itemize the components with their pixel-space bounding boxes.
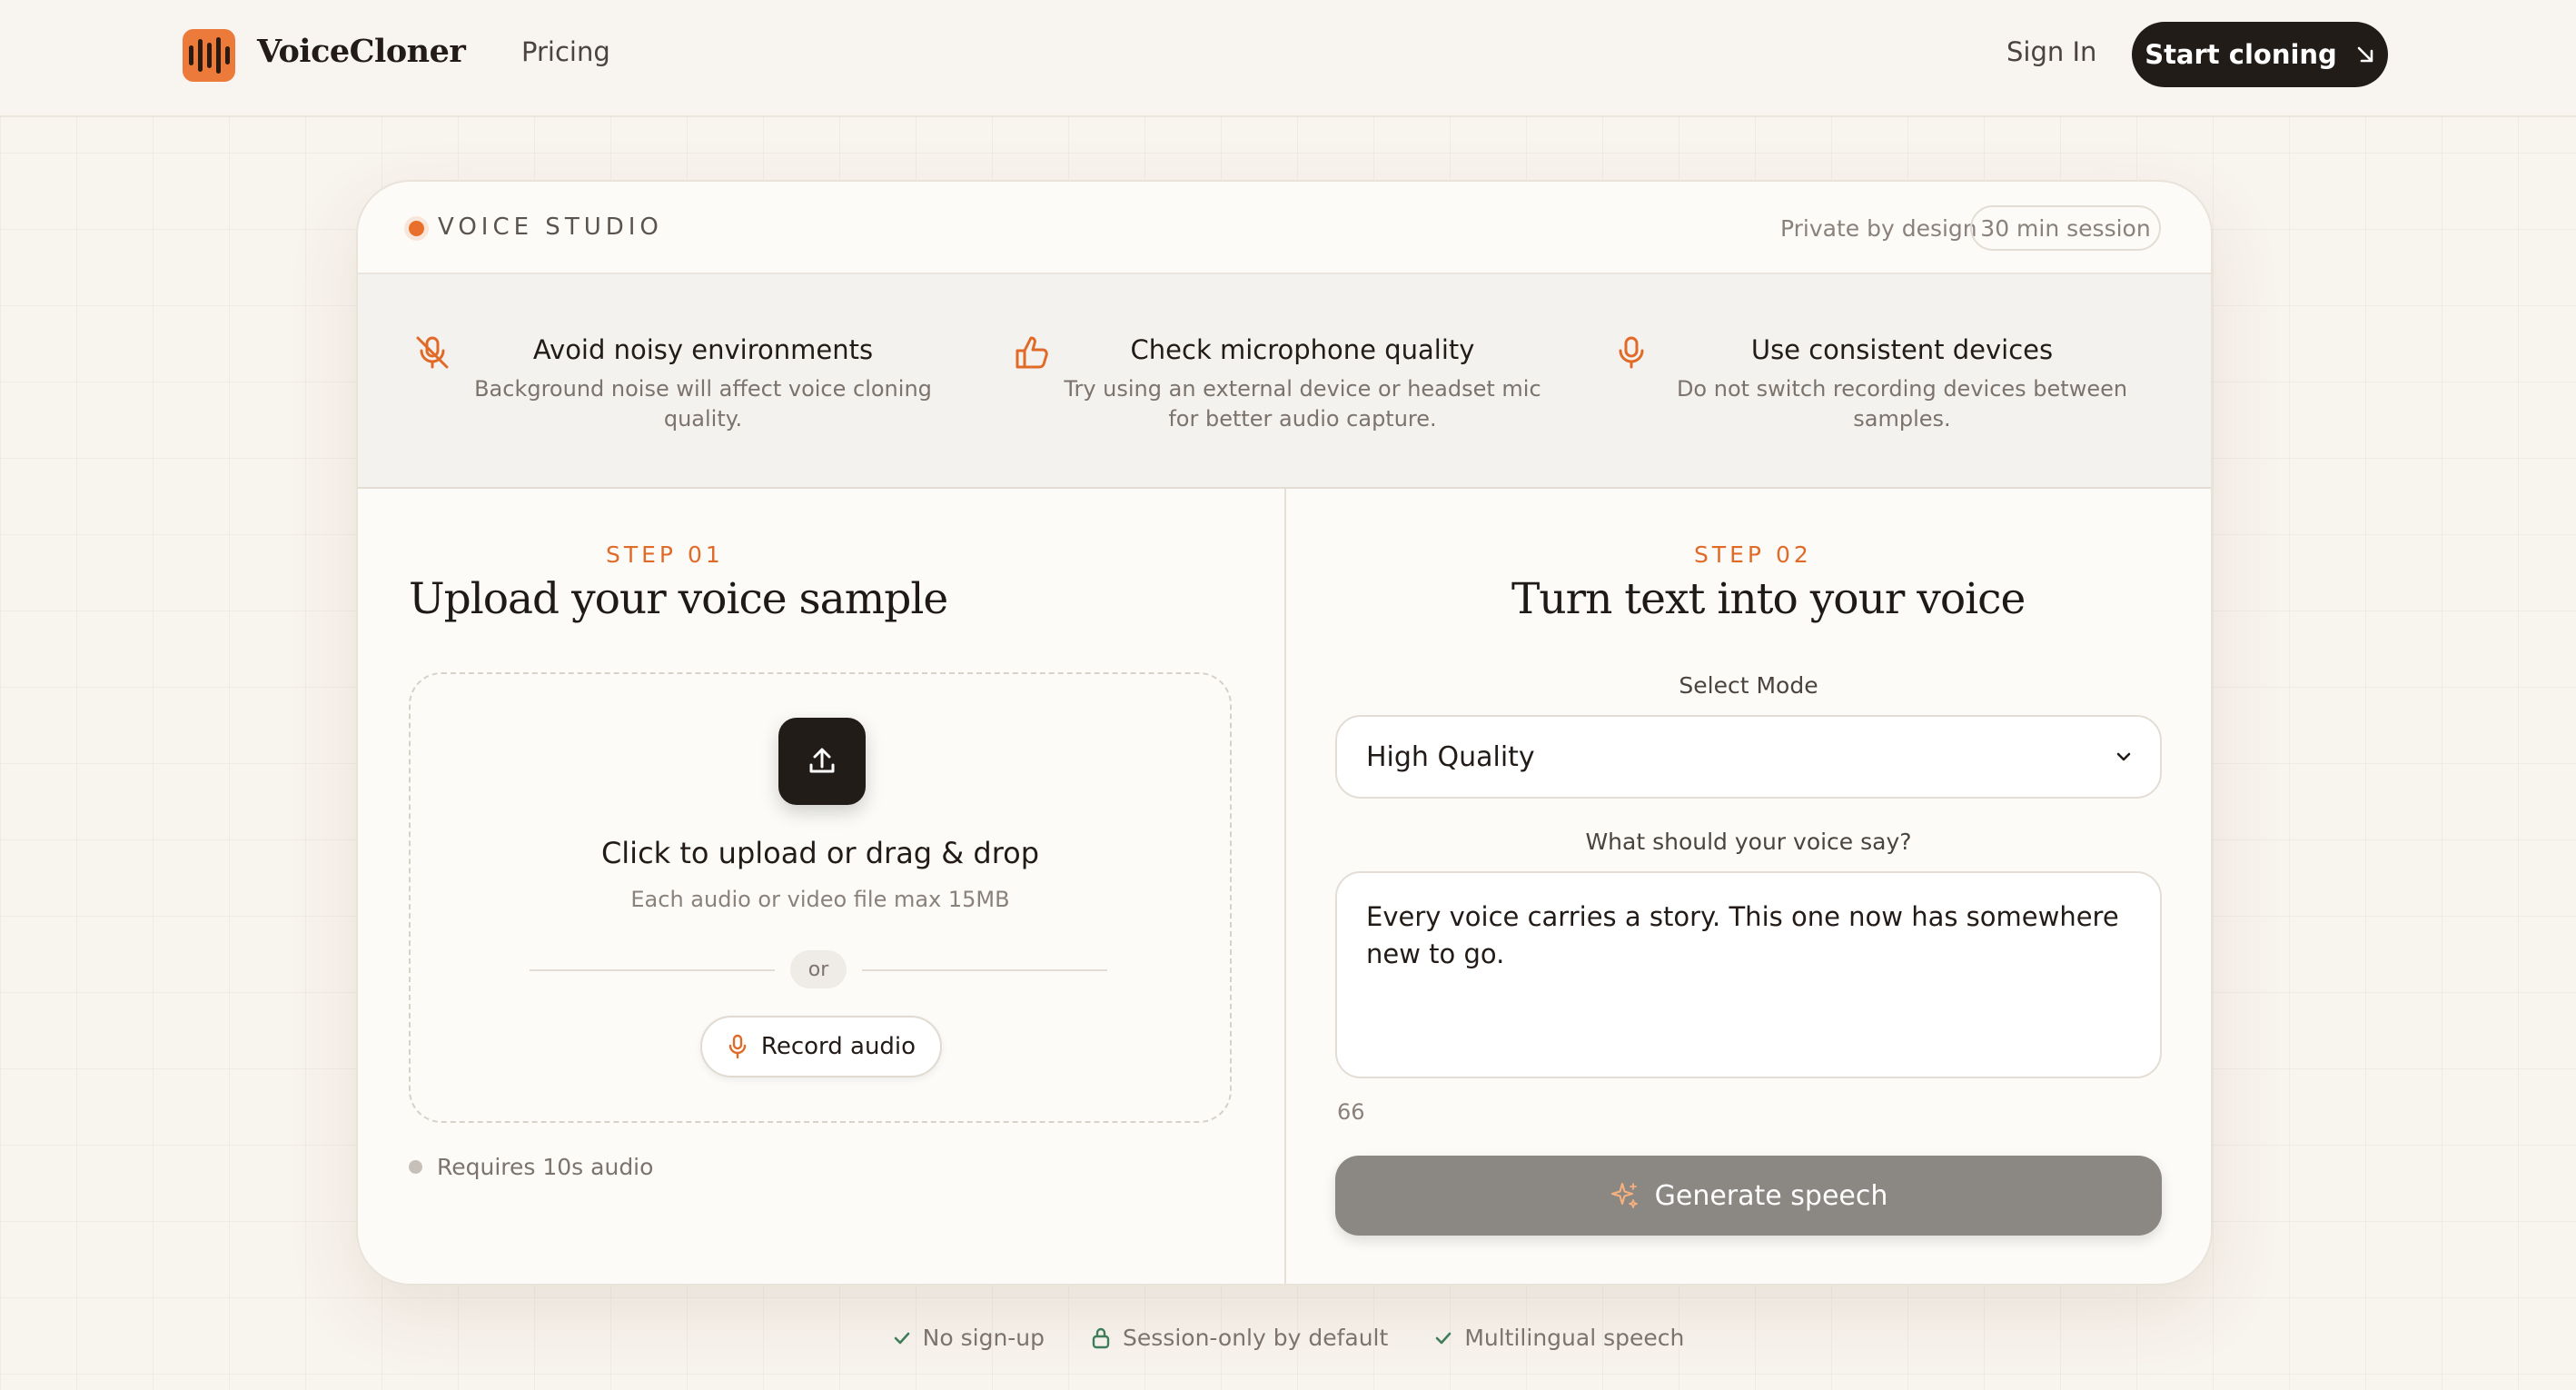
arrow-down-right-icon bbox=[2357, 46, 2373, 63]
footer-item: Multilingual speech bbox=[1433, 1325, 1684, 1351]
speech-text-input[interactable]: Every voice carries a story. This one no… bbox=[1335, 871, 2162, 1078]
mic-off-icon bbox=[416, 336, 449, 369]
footer-item-label: Multilingual speech bbox=[1464, 1325, 1685, 1351]
upload-subtitle: Each audio or video file max 15MB bbox=[630, 887, 1010, 912]
divider-line bbox=[862, 969, 1107, 971]
footer-item-label: Session-only by default bbox=[1123, 1325, 1389, 1351]
privacy-text: Private by design bbox=[1780, 215, 1977, 242]
or-separator: or bbox=[790, 950, 847, 988]
studio-label: VOICE STUDIO bbox=[438, 213, 663, 241]
upload-dropzone[interactable]: Click to upload or drag & drop Each audi… bbox=[409, 672, 1232, 1123]
start-cloning-button[interactable]: Start cloning bbox=[2132, 22, 2388, 87]
generate-speech-button[interactable]: Generate speech bbox=[1335, 1156, 2162, 1236]
requirement-text: Requires 10s audio bbox=[437, 1154, 654, 1180]
step-2-heading: Turn text into your voice bbox=[1511, 574, 2026, 624]
character-count: 66 bbox=[1337, 1099, 1365, 1125]
check-icon bbox=[1436, 1332, 1451, 1344]
check-icon bbox=[894, 1332, 909, 1344]
step-1-heading: Upload your voice sample bbox=[409, 574, 948, 624]
top-navigation: VoiceCloner Pricing Sign In Start clonin… bbox=[0, 0, 2576, 117]
microphone-icon bbox=[1619, 336, 1644, 369]
mode-select[interactable]: High Quality bbox=[1335, 715, 2162, 799]
trust-footer: No sign-up Session-only by default Multi… bbox=[0, 1325, 2576, 1351]
tip-devices: Use consistent devices Do not switch rec… bbox=[1611, 274, 2175, 489]
tip-noise: Avoid noisy environments Background nois… bbox=[412, 274, 976, 489]
tip-description: Try using an external device or headset … bbox=[1064, 376, 1541, 432]
generate-speech-label: Generate speech bbox=[1654, 1179, 1888, 1212]
brand-name[interactable]: VoiceCloner bbox=[257, 33, 466, 70]
microphone-icon bbox=[728, 1034, 747, 1059]
column-divider bbox=[1284, 489, 1286, 1284]
nav-link-pricing[interactable]: Pricing bbox=[521, 36, 610, 67]
tip-title: Avoid noisy environments bbox=[532, 334, 874, 365]
tip-description: Background noise will affect voice cloni… bbox=[474, 376, 932, 432]
step-2-label: STEP 02 bbox=[1694, 541, 1812, 568]
lock-icon bbox=[1092, 1327, 1110, 1348]
text-label: What should your voice say? bbox=[1585, 829, 1912, 855]
footer-item: Session-only by default bbox=[1090, 1325, 1388, 1351]
step-1-label: STEP 01 bbox=[606, 541, 724, 568]
tip-title: Check microphone quality bbox=[1130, 334, 1475, 365]
tip-microphone: Check microphone quality Try using an ex… bbox=[1012, 274, 1575, 489]
divider-line bbox=[530, 969, 775, 971]
status-dot bbox=[409, 221, 424, 236]
upload-button[interactable] bbox=[778, 718, 866, 805]
sparkle-icon bbox=[1610, 1182, 1638, 1208]
upload-icon bbox=[809, 748, 835, 773]
footer-item: No sign-up bbox=[892, 1325, 1045, 1351]
logo-icon[interactable] bbox=[183, 29, 235, 82]
mode-label: Select Mode bbox=[1679, 672, 1818, 699]
sign-in-link[interactable]: Sign In bbox=[2006, 36, 2096, 67]
upload-title: Click to upload or drag & drop bbox=[600, 836, 1040, 870]
tip-title: Use consistent devices bbox=[1750, 334, 2054, 365]
voice-studio-card: VOICE STUDIO Private by design 30 min se… bbox=[356, 180, 2213, 1286]
mode-select-value: High Quality bbox=[1366, 740, 1535, 773]
footer-item-label: No sign-up bbox=[922, 1325, 1045, 1351]
record-audio-label: Record audio bbox=[760, 1033, 916, 1060]
tips-bar: Avoid noisy environments Background nois… bbox=[358, 274, 2211, 489]
card-header: VOICE STUDIO Private by design 30 min se… bbox=[358, 182, 2211, 274]
requirement-dot bbox=[409, 1160, 422, 1174]
record-audio-button[interactable]: Record audio bbox=[700, 1016, 942, 1077]
chevron-down-icon bbox=[2116, 752, 2131, 761]
start-cloning-label: Start cloning bbox=[2145, 39, 2337, 70]
session-badge: 30 min session bbox=[1970, 205, 2161, 251]
thumbs-up-icon bbox=[1016, 336, 1048, 369]
tip-description: Do not switch recording devices between … bbox=[1676, 376, 2128, 432]
